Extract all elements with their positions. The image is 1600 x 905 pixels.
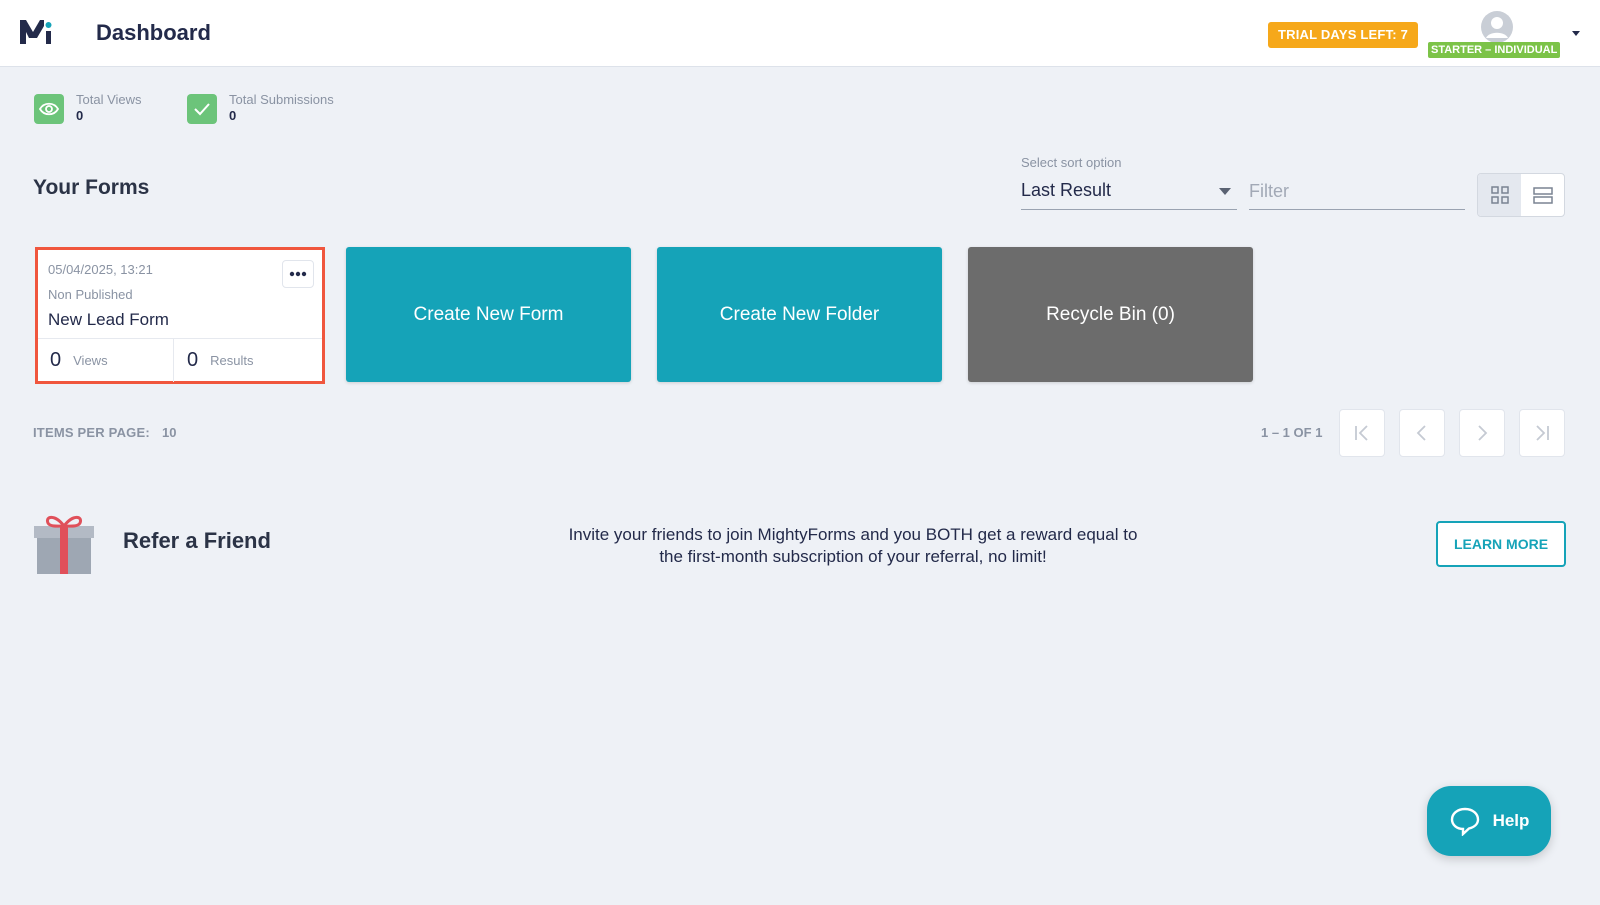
- form-views: 0 Views: [38, 339, 174, 382]
- mightyforms-logo[interactable]: [18, 14, 54, 50]
- last-page-icon: [1536, 425, 1549, 441]
- form-card[interactable]: 05/04/2025, 13:21 Non Published New Lead…: [35, 247, 325, 384]
- more-options-button[interactable]: [282, 260, 314, 288]
- learn-more-button[interactable]: LEARN MORE: [1436, 521, 1566, 567]
- recycle-bin-button[interactable]: Recycle Bin (0): [968, 247, 1253, 382]
- views-count: 0: [50, 349, 62, 371]
- items-per-page-value[interactable]: 10: [162, 425, 176, 440]
- chevron-right-icon: [1478, 425, 1488, 441]
- help-button[interactable]: Help: [1427, 786, 1551, 856]
- refer-description: Invite your friends to join MightyForms …: [568, 525, 1138, 566]
- stat-label: Total Views: [76, 92, 142, 107]
- next-page-button[interactable]: [1459, 409, 1505, 457]
- chat-bubble-icon: [1450, 807, 1479, 836]
- filter-input[interactable]: [1249, 174, 1465, 210]
- stat-value: 0: [229, 108, 237, 123]
- views-label: Views: [73, 353, 108, 368]
- stat-value: 0: [76, 108, 84, 123]
- help-label: Help: [1492, 811, 1530, 830]
- page-title: Dashboard: [96, 20, 211, 45]
- list-view-button[interactable]: [1521, 174, 1564, 216]
- check-icon: [187, 94, 217, 124]
- results-label: Results: [210, 353, 254, 368]
- section-title: Your Forms: [33, 176, 150, 199]
- plan-badge: STARTER – INDIVIDUAL: [1428, 42, 1561, 58]
- sort-value: Last Result: [1021, 180, 1112, 200]
- first-page-icon: [1355, 425, 1368, 441]
- eye-icon: [34, 94, 64, 124]
- page-range: 1 – 1 OF 1: [1261, 425, 1323, 440]
- form-date: 05/04/2025, 13:21: [48, 262, 153, 277]
- grid-icon: [1490, 186, 1509, 204]
- stat-total-submissions: Total Submissions 0: [187, 92, 334, 124]
- first-page-button[interactable]: [1339, 409, 1385, 457]
- chevron-down-icon: [1219, 188, 1231, 195]
- view-toggle: [1477, 173, 1565, 217]
- stat-label: Total Submissions: [229, 92, 334, 107]
- sort-label: Select sort option: [1021, 155, 1122, 170]
- form-results: 0 Results: [175, 339, 322, 382]
- last-page-button[interactable]: [1519, 409, 1565, 457]
- previous-page-button[interactable]: [1399, 409, 1445, 457]
- create-new-folder-button[interactable]: Create New Folder: [657, 247, 942, 382]
- refer-title: Refer a Friend: [123, 528, 271, 553]
- gift-icon: [34, 515, 94, 574]
- user-avatar-icon[interactable]: [1480, 10, 1514, 44]
- trial-days-badge[interactable]: TRIAL DAYS LEFT: 7: [1268, 22, 1419, 48]
- chevron-down-icon[interactable]: [1570, 28, 1582, 38]
- top-bar: Dashboard TRIAL DAYS LEFT: 7 STARTER – I…: [0, 0, 1600, 67]
- form-status: Non Published: [48, 287, 133, 302]
- form-name[interactable]: New Lead Form: [48, 310, 169, 330]
- list-icon: [1532, 187, 1553, 204]
- sort-select[interactable]: Last Result: [1021, 174, 1237, 210]
- chevron-left-icon: [1416, 425, 1426, 441]
- more-dots-icon: [289, 271, 307, 277]
- stat-total-views: Total Views 0: [34, 92, 142, 124]
- create-new-form-button[interactable]: Create New Form: [346, 247, 631, 382]
- grid-view-button[interactable]: [1478, 174, 1521, 216]
- results-count: 0: [187, 349, 199, 371]
- form-card-footer: 0 Views 0 Results: [38, 338, 322, 382]
- items-per-page-label: ITEMS PER PAGE:: [33, 425, 150, 440]
